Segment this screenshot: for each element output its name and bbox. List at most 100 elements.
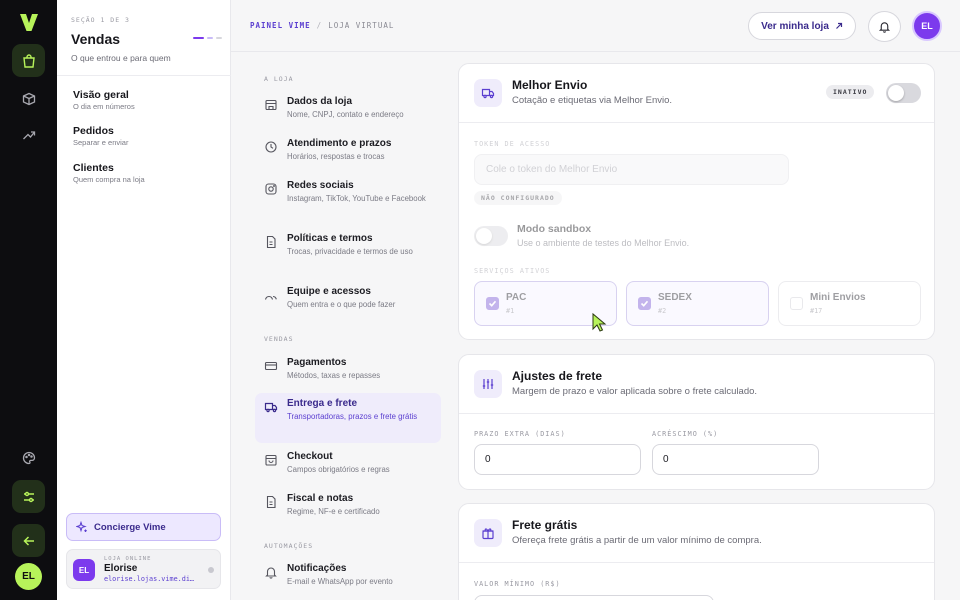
bell-icon xyxy=(265,567,277,579)
rail-products-button[interactable] xyxy=(12,82,45,115)
rail-analytics-button[interactable] xyxy=(12,118,45,151)
service-checkbox[interactable] xyxy=(486,297,499,310)
vime-logo-icon[interactable] xyxy=(17,10,41,34)
melhor-envio-toggle[interactable] xyxy=(886,83,921,103)
sliders-icon xyxy=(482,379,494,389)
sliders-icon xyxy=(23,491,34,502)
nav-item-equipe[interactable]: Equipe e acessos Quem entra e o que pode… xyxy=(255,281,441,319)
section-item-clientes[interactable]: Clientes Quem compra na loja xyxy=(73,162,145,184)
nav-item-notificacoes[interactable]: Notificações E-mail e WhatsApp por event… xyxy=(255,558,441,596)
service-name: SEDEX xyxy=(658,292,692,303)
view-store-label: Ver minha loja xyxy=(761,20,829,32)
rail-back-button[interactable] xyxy=(12,524,45,557)
melhor-envio-subtitle: Cotação e etiquetas via Melhor Envio. xyxy=(512,95,673,106)
breadcrumb-separator: / xyxy=(316,21,323,30)
acrescimo-input[interactable]: 0 xyxy=(652,444,819,475)
nav-item-title: Dados da loja xyxy=(287,96,353,107)
store-switcher[interactable]: EL LOJA ONLINE Elorise elorise.lojas.vim… xyxy=(66,549,221,589)
arrow-left-icon xyxy=(22,535,34,546)
nav-item-pagamentos[interactable]: Pagamentos Métodos, taxas e repasses xyxy=(255,352,441,390)
gift-icon-badge xyxy=(474,519,502,547)
rail-sales-button[interactable] xyxy=(12,44,45,77)
bag-icon xyxy=(265,454,277,466)
truck-icon-badge xyxy=(474,79,502,107)
store-domain: elorise.lojas.vime.di… xyxy=(104,575,195,583)
store-status-dot xyxy=(208,567,214,573)
nav-item-subtitle: Trocas, privacidade e termos de uso xyxy=(287,247,413,256)
document-icon xyxy=(266,235,276,249)
section-item-title: Clientes xyxy=(73,162,114,174)
section-item-visao-geral[interactable]: Visão geral O dia em números xyxy=(73,89,135,111)
view-store-button[interactable]: Ver minha loja xyxy=(748,12,856,40)
nav-item-title: Pagamentos xyxy=(287,357,347,368)
nav-item-subtitle: Transportadoras, prazos e frete grátis xyxy=(287,412,418,421)
nav-item-subtitle: Nome, CNPJ, contato e endereço xyxy=(287,110,404,119)
nav-item-subtitle: Regime, NF-e e certificado xyxy=(287,507,380,516)
concierge-button[interactable]: Concierge Vime xyxy=(66,513,221,541)
prazo-extra-input[interactable]: 0 xyxy=(474,444,641,475)
nav-item-title: Equipe e acessos xyxy=(287,286,371,297)
user-avatar[interactable]: EL xyxy=(912,11,942,41)
token-label: TOKEN DE ACESSO xyxy=(474,140,551,148)
nav-item-redes-sociais[interactable]: Redes sociais Instagram, TikTok, YouTube… xyxy=(255,175,441,223)
nav-item-dados-da-loja[interactable]: Dados da loja Nome, CNPJ, contato e ende… xyxy=(255,91,441,129)
status-badge: INATIVO xyxy=(826,85,875,99)
mouse-cursor-icon xyxy=(592,312,607,332)
bell-icon xyxy=(878,22,891,33)
card-icon xyxy=(264,361,278,371)
frete-gratis-title: Frete grátis xyxy=(512,518,578,532)
nav-item-title: Políticas e termos xyxy=(287,233,373,244)
header-divider xyxy=(231,51,960,52)
rail-settings-button[interactable] xyxy=(12,480,45,513)
sandbox-toggle[interactable] xyxy=(474,226,508,246)
toggle-knob xyxy=(888,85,904,101)
nav-item-subtitle: Quem entra e o que pode fazer xyxy=(287,300,396,309)
section-item-pedidos[interactable]: Pedidos Separar e enviar xyxy=(73,125,128,147)
external-arrow-icon xyxy=(835,22,843,29)
service-checkbox[interactable] xyxy=(638,297,651,310)
service-mini-envios[interactable]: Mini Envios #17 xyxy=(778,281,921,326)
section-divider xyxy=(57,75,231,76)
nav-item-politicas[interactable]: Políticas e termos Trocas, privacidade e… xyxy=(255,228,441,276)
service-code: #1 xyxy=(506,307,515,315)
acrescimo-label: ACRÉSCIMO (%) xyxy=(652,430,719,438)
services-label: SERVIÇOS ATIVOS xyxy=(474,267,551,275)
nav-group-vendas: VENDAS xyxy=(264,335,294,343)
service-code: #17 xyxy=(810,307,823,315)
nav-item-subtitle: Métodos, taxas e repasses xyxy=(287,371,381,380)
toggle-knob xyxy=(476,228,492,244)
valor-minimo-label: VALOR MÍNIMO (R$) xyxy=(474,580,561,588)
nav-item-title: Notificações xyxy=(287,563,347,574)
nav-item-atendimento[interactable]: Atendimento e prazos Horários, respostas… xyxy=(255,133,441,171)
nav-item-checkout[interactable]: Checkout Campos obrigatórios e regras xyxy=(255,446,441,484)
nav-item-subtitle: Campos obrigatórios e regras xyxy=(287,465,390,474)
box-icon xyxy=(22,92,35,105)
card-divider xyxy=(459,122,934,123)
nav-item-title: Entrega e frete xyxy=(287,398,358,409)
service-sedex[interactable]: SEDEX #2 xyxy=(626,281,769,326)
breadcrumb-root[interactable]: PAINEL VIME xyxy=(250,21,311,30)
nav-item-title: Fiscal e notas xyxy=(287,493,354,504)
valor-minimo-input[interactable] xyxy=(474,595,714,600)
service-checkbox[interactable] xyxy=(790,297,803,310)
token-input[interactable]: Cole o token do Melhor Envio xyxy=(474,154,789,185)
notifications-button[interactable] xyxy=(868,11,901,42)
instagram-icon xyxy=(265,183,277,195)
card-divider xyxy=(459,562,934,563)
nav-item-subtitle: Horários, respostas e trocas xyxy=(287,152,385,161)
section-item-subtitle: Separar e enviar xyxy=(73,138,129,147)
nav-item-fiscal[interactable]: Fiscal e notas Regime, NF-e e certificad… xyxy=(255,488,441,526)
breadcrumb: PAINEL VIME / LOJA VIRTUAL xyxy=(250,21,394,30)
rail-theme-button[interactable] xyxy=(12,441,45,474)
nav-item-entrega-frete[interactable]: Entrega e frete Transportadoras, prazos … xyxy=(255,393,441,443)
section-item-subtitle: O dia em números xyxy=(73,102,135,111)
truck-icon xyxy=(264,402,278,413)
service-name: PAC xyxy=(506,292,527,303)
melhor-envio-title: Melhor Envio xyxy=(512,78,588,92)
rail-user-avatar[interactable]: EL xyxy=(15,563,42,590)
truck-icon xyxy=(481,88,495,99)
palette-icon xyxy=(22,451,35,464)
team-icon xyxy=(264,295,277,300)
nav-item-title: Checkout xyxy=(287,451,333,462)
store-name: Elorise xyxy=(104,563,138,574)
